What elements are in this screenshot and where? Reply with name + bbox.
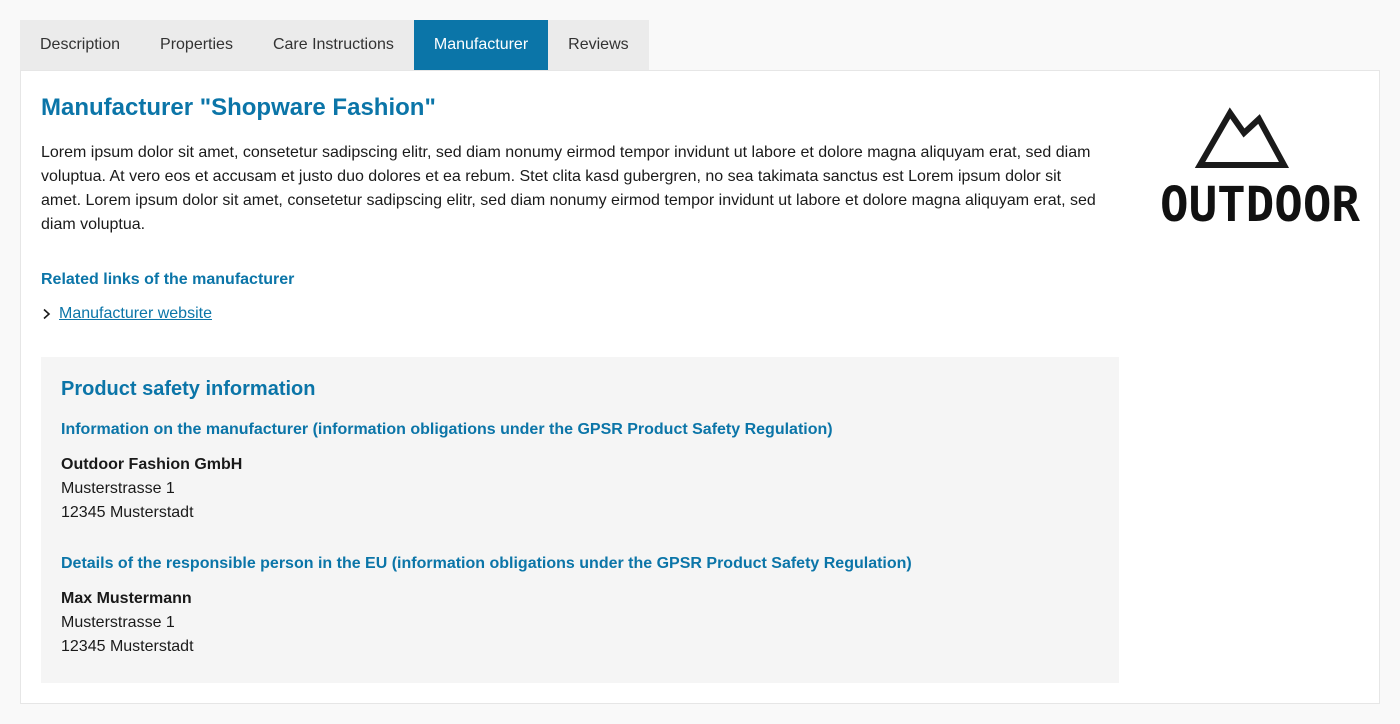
tab-care-instructions[interactable]: Care Instructions bbox=[253, 20, 414, 70]
eu-responsible-name: Max Mustermann bbox=[61, 590, 192, 607]
tab-manufacturer[interactable]: Manufacturer bbox=[413, 20, 549, 70]
eu-responsible-street: Musterstrasse 1 bbox=[61, 614, 175, 631]
eu-responsible-heading: Details of the responsible person in the… bbox=[61, 555, 912, 572]
chevron-right-icon bbox=[43, 308, 51, 320]
mountain-icon bbox=[1194, 107, 1290, 168]
eu-responsible-city: 12345 Musterstadt bbox=[61, 638, 194, 655]
tab-reviews[interactable]: Reviews bbox=[548, 20, 648, 70]
manufacturer-city: 12345 Musterstadt bbox=[61, 504, 194, 521]
tab-bar: Description Properties Care Instructions… bbox=[20, 20, 649, 70]
manufacturer-company-name: Outdoor Fashion GmbH bbox=[61, 456, 243, 473]
manufacturer-info-heading: Information on the manufacturer (informa… bbox=[61, 421, 833, 438]
manufacturer-website-link[interactable]: Manufacturer website bbox=[59, 303, 212, 325]
manufacturer-title: Manufacturer "Shopware Fashion" bbox=[41, 94, 436, 121]
product-safety-box: Product safety information Information o… bbox=[41, 357, 1119, 683]
manufacturer-description: Lorem ipsum dolor sit amet, consetetur s… bbox=[41, 144, 1096, 233]
manufacturer-address: Outdoor Fashion GmbH Musterstrasse 1 123… bbox=[61, 453, 1099, 525]
manufacturer-street: Musterstrasse 1 bbox=[61, 480, 175, 497]
manufacturer-content: Manufacturer "Shopware Fashion" Lorem ip… bbox=[41, 93, 1101, 325]
tab-panel-manufacturer: Manufacturer "Shopware Fashion" Lorem ip… bbox=[20, 70, 1380, 704]
tab-description[interactable]: Description bbox=[20, 20, 140, 70]
manufacturer-logo: OUTDOOR bbox=[1160, 107, 1360, 223]
manufacturer-website-link-row: Manufacturer website bbox=[41, 303, 1101, 325]
product-safety-title: Product safety information bbox=[61, 378, 316, 400]
related-links-heading: Related links of the manufacturer bbox=[41, 271, 295, 288]
tab-properties[interactable]: Properties bbox=[140, 20, 253, 70]
eu-responsible-address: Max Mustermann Musterstrasse 1 12345 Mus… bbox=[61, 587, 1099, 659]
logo-text: OUTDOOR bbox=[1160, 177, 1360, 223]
